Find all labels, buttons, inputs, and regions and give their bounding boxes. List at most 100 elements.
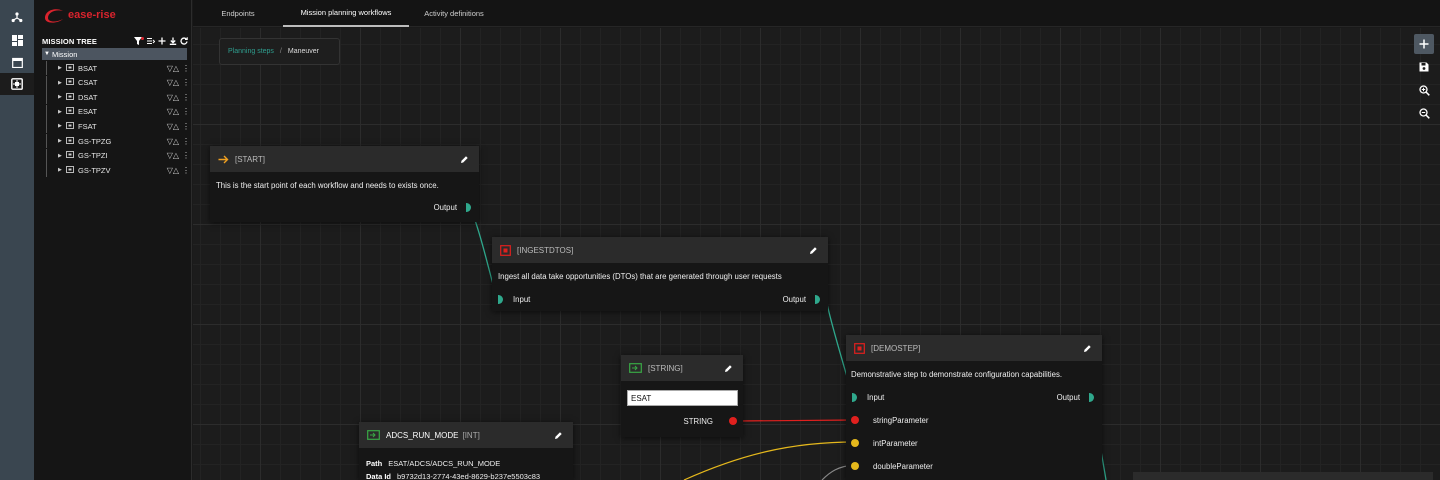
input-connector-icon[interactable] [852, 392, 857, 402]
edit-icon[interactable] [460, 155, 469, 164]
tree-item[interactable]: ▶ BSAT ▽△ ⋮ [42, 61, 190, 75]
output-port[interactable]: Output [1057, 390, 1094, 404]
download-icon[interactable] [169, 37, 177, 45]
param-connector-icon[interactable] [851, 439, 859, 447]
tab-activity-definitions[interactable]: Activity definitions [415, 0, 493, 27]
add-icon[interactable] [158, 37, 166, 45]
param-connector-icon[interactable] [851, 462, 859, 470]
satellite-icon [66, 136, 78, 146]
caret-right-icon[interactable]: ▶ [58, 123, 66, 129]
tree-item[interactable]: ▶ ESAT ▽△ ⋮ [42, 104, 190, 119]
save-button[interactable] [1414, 57, 1434, 77]
flag-icons[interactable]: ▽△ [167, 64, 179, 73]
edit-icon[interactable] [724, 364, 733, 373]
node-description: This is the start point of each workflow… [216, 181, 439, 190]
tree-root-mission[interactable]: ▼ Mission [42, 48, 187, 60]
caret-right-icon[interactable]: ▶ [58, 94, 66, 100]
caret-right-icon[interactable]: ▶ [58, 138, 66, 144]
tree-item-label: ESAT [78, 107, 98, 117]
output-connector-icon[interactable] [1089, 392, 1094, 402]
output-port[interactable]: Output [783, 292, 820, 306]
edit-icon[interactable] [554, 431, 563, 440]
input-connector-icon[interactable] [498, 294, 503, 304]
tree-item[interactable]: ▶ DSAT ▽△ ⋮ [42, 90, 190, 105]
flag-icons[interactable]: ▽△ [167, 78, 179, 87]
workflow-icon[interactable] [0, 73, 34, 95]
more-options-icon[interactable]: ⋮ [182, 93, 190, 102]
tree-item[interactable]: ▶ GS-TPZG ▽△ ⋮ [42, 134, 190, 148]
tree-item[interactable]: ▶ FSAT ▽△ ⋮ [42, 119, 190, 134]
tree-guide [46, 148, 58, 163]
flag-icons[interactable]: ▽△ [167, 93, 179, 102]
app-logo[interactable]: ease-rise [42, 6, 116, 24]
tree-guide [46, 134, 58, 148]
port-label: stringParameter [873, 415, 929, 425]
more-options-icon[interactable]: ⋮ [182, 151, 190, 160]
param-connector-icon[interactable] [851, 416, 859, 424]
satellite-icon [66, 92, 78, 102]
breadcrumb-parent[interactable]: Planning steps [228, 48, 274, 55]
zoom-out-button[interactable] [1414, 103, 1434, 123]
tree-item[interactable]: ▶ GS-TPZV ▽△ ⋮ [42, 163, 190, 178]
tree-item[interactable]: ▶ CSAT ▽△ ⋮ [42, 75, 190, 90]
edit-icon[interactable] [809, 246, 818, 255]
node-demostep[interactable]: [DEMOSTEP] Demonstrative step to demonst… [846, 335, 1102, 480]
more-options-icon[interactable]: ⋮ [182, 137, 190, 146]
node-adcs-run-mode[interactable]: ADCS_RUN_MODE [INT] Path ESAT/ADCS/ADCS_R… [359, 422, 573, 480]
satellite-icon [66, 151, 78, 160]
filter-icon[interactable] [134, 36, 144, 46]
caret-right-icon[interactable]: ▶ [58, 167, 66, 173]
node-string[interactable]: [STRING] STRING [621, 355, 743, 437]
string-value-input[interactable] [627, 390, 738, 406]
more-options-icon[interactable]: ⋮ [182, 122, 190, 131]
zoom-in-icon [1418, 84, 1430, 96]
more-options-icon[interactable]: ⋮ [182, 64, 190, 73]
tree-item-label: BSAT [78, 63, 98, 73]
output-connector-icon[interactable] [466, 202, 471, 212]
calendar-icon[interactable] [0, 51, 34, 73]
zoom-out-icon [1418, 107, 1430, 119]
hierarchy-icon[interactable] [0, 6, 34, 28]
more-options-icon[interactable]: ⋮ [182, 107, 190, 116]
input-port[interactable]: Input [852, 390, 884, 404]
input-box-icon [629, 363, 642, 373]
output-port[interactable]: STRING [684, 414, 737, 428]
flag-icons[interactable]: ▽△ [167, 122, 179, 131]
tab-endpoints[interactable]: Endpoints [207, 0, 269, 27]
tree-item[interactable]: ▶ GS-TPZI ▽△ ⋮ [42, 148, 190, 163]
zoom-in-button[interactable] [1414, 80, 1434, 100]
breadcrumb-current: Maneuver [287, 48, 320, 55]
chip-icon [854, 342, 865, 354]
caret-right-icon[interactable]: ▶ [58, 153, 66, 159]
more-options-icon[interactable]: ⋮ [182, 78, 190, 87]
input-port[interactable]: Input [498, 292, 530, 306]
caret-down-icon[interactable]: ▼ [42, 51, 52, 57]
param-port-int[interactable]: intParameter [851, 436, 918, 450]
flag-icons[interactable]: ▽△ [167, 107, 179, 116]
node-ingestdtos[interactable]: [INGESTDTOS] Ingest all data take opport… [492, 237, 828, 311]
list-filter-icon[interactable] [147, 37, 155, 45]
string-connector-icon[interactable] [729, 417, 737, 425]
param-port-double[interactable]: doubleParameter [851, 459, 933, 473]
port-label: STRING [683, 416, 713, 426]
tree-guide [46, 163, 58, 178]
arrow-right-icon [218, 155, 229, 163]
output-connector-icon[interactable] [815, 294, 820, 304]
edit-icon[interactable] [1083, 344, 1092, 353]
node-start[interactable]: [START] This is the start point of each … [210, 146, 479, 222]
flag-icons[interactable]: ▽△ [167, 166, 179, 175]
dataid-value: b9732d13-2774-43ed-8629-b237e5503c83 [397, 472, 541, 480]
caret-right-icon[interactable]: ▶ [58, 109, 66, 115]
dashboard-icon[interactable] [0, 29, 34, 51]
add-node-button[interactable] [1414, 34, 1434, 54]
refresh-icon[interactable] [180, 37, 188, 45]
caret-right-icon[interactable]: ▶ [58, 80, 66, 86]
tab-mission-planning-workflows[interactable]: Mission planning workflows [283, 0, 409, 27]
caret-right-icon[interactable]: ▶ [58, 65, 66, 71]
more-options-icon[interactable]: ⋮ [182, 166, 190, 175]
output-port[interactable]: Output [434, 200, 471, 214]
node-type: [INT] [462, 430, 480, 440]
flag-icons[interactable]: ▽△ [167, 137, 179, 146]
param-port-string[interactable]: stringParameter [851, 413, 928, 427]
flag-icons[interactable]: ▽△ [167, 151, 179, 160]
